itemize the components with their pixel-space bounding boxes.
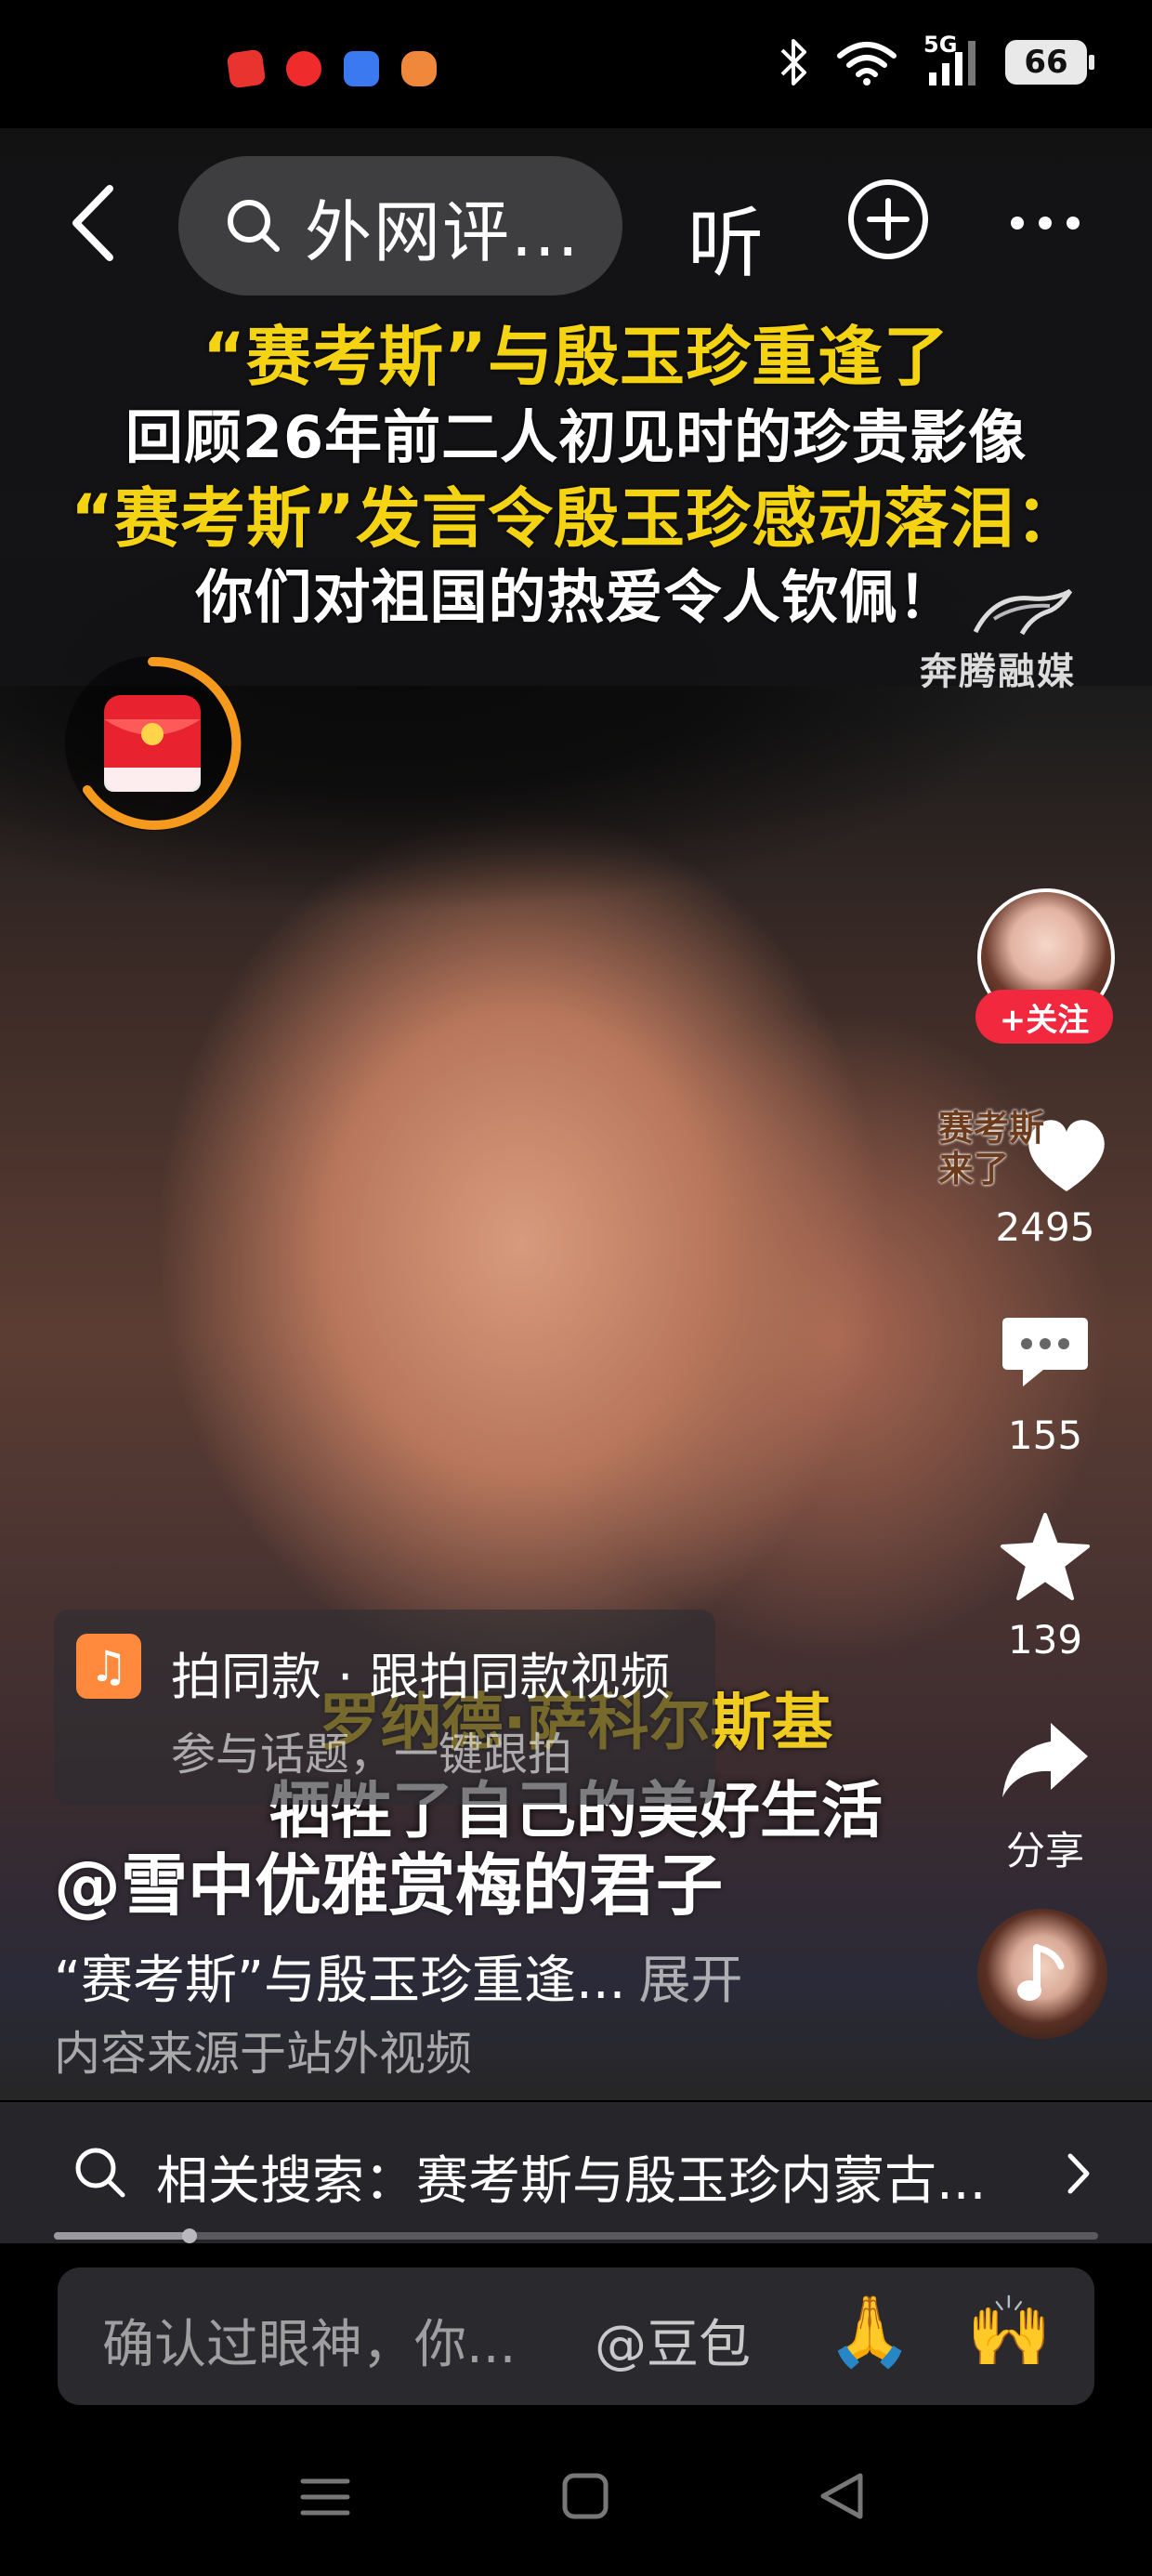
home-icon[interactable]: [559, 2470, 611, 2522]
app-notification-icon: [286, 51, 321, 86]
like-sticker-text: 赛考斯来了: [938, 1108, 1045, 1189]
emoji-pray-button[interactable]: 🙏: [827, 2292, 912, 2372]
back-triangle-icon[interactable]: [816, 2470, 868, 2522]
battery-indicator: 66: [1005, 40, 1094, 85]
watermark-logo-icon: [973, 588, 1073, 636]
status-indicators: 5G 66: [777, 32, 1094, 87]
search-icon: [75, 2148, 125, 2198]
expand-link[interactable]: 展开: [638, 1951, 742, 2011]
star-icon[interactable]: [999, 1511, 1092, 1604]
app-notification-icon: [226, 48, 267, 89]
video-caption-line: “赛考斯”与殷玉珍重逢了: [202, 319, 949, 395]
mention-doubao-button[interactable]: @豆包: [595, 2303, 751, 2378]
bluetooth-icon: [780, 39, 806, 85]
video-progress-bar[interactable]: [54, 2232, 1098, 2240]
comment-input-placeholder[interactable]: 确认过眼神，你...: [102, 2303, 516, 2378]
follow-button[interactable]: +关注: [975, 990, 1113, 1044]
wifi-icon: [837, 42, 897, 85]
video-caption-line: “赛考斯”发言令殷玉珍感动落泪：: [70, 480, 1081, 557]
same-style-subtitle: 参与话题，一键跟拍: [171, 1728, 573, 1781]
like-button[interactable]: 赛考斯来了: [938, 1087, 1124, 1199]
music-note-icon: ♫: [76, 1634, 141, 1699]
favorite-count: 139: [1007, 1617, 1083, 1663]
app-notification-icon: [401, 51, 437, 86]
back-arrow-icon[interactable]: [65, 181, 121, 265]
signal-bars-icon: [929, 41, 975, 85]
app-notification-icon: [344, 51, 379, 86]
video-caption-line: 回顾26年前二人初见时的珍贵影像: [124, 403, 1028, 471]
signal-indicator: 5G: [923, 32, 979, 87]
comment-icon[interactable]: [999, 1310, 1092, 1394]
battery-level: 66: [1024, 44, 1068, 81]
more-options-icon[interactable]: [1008, 214, 1082, 232]
post-description[interactable]: “赛考斯”与殷玉珍重逢... 展开: [54, 1939, 742, 2014]
comment-count: 155: [1007, 1413, 1083, 1458]
search-box[interactable]: 外网评...: [178, 156, 622, 296]
share-icon[interactable]: [999, 1717, 1092, 1801]
search-icon: [228, 200, 280, 252]
video-watermark: 奔腾融媒: [920, 651, 1076, 693]
related-search-text: 相关搜索：赛考斯与殷玉珍内蒙古...: [156, 2151, 987, 2212]
add-icon[interactable]: [845, 177, 931, 262]
listen-button[interactable]: 听: [687, 181, 764, 292]
music-note-icon: [1017, 1944, 1065, 2001]
share-label: 分享: [1005, 1828, 1084, 1873]
menu-icon[interactable]: [297, 2474, 353, 2520]
video-progress-knob[interactable]: [182, 2228, 197, 2243]
search-query: 外网评...: [305, 192, 581, 271]
emoji-hands-button[interactable]: 🙌: [966, 2292, 1052, 2372]
chevron-right-icon[interactable]: [1065, 2150, 1093, 2197]
description-text: “赛考斯”与殷玉珍重逢...: [54, 1951, 626, 2011]
like-count: 2495: [995, 1204, 1095, 1250]
red-packet-timer-icon[interactable]: [59, 651, 245, 836]
source-note: 内容来源于站外视频: [54, 2027, 472, 2081]
video-progress-fill: [54, 2232, 190, 2240]
author-name[interactable]: @雪中优雅赏梅的君子: [54, 1831, 723, 1928]
same-style-title: 拍同款 · 跟拍同款视频: [171, 1648, 671, 1706]
